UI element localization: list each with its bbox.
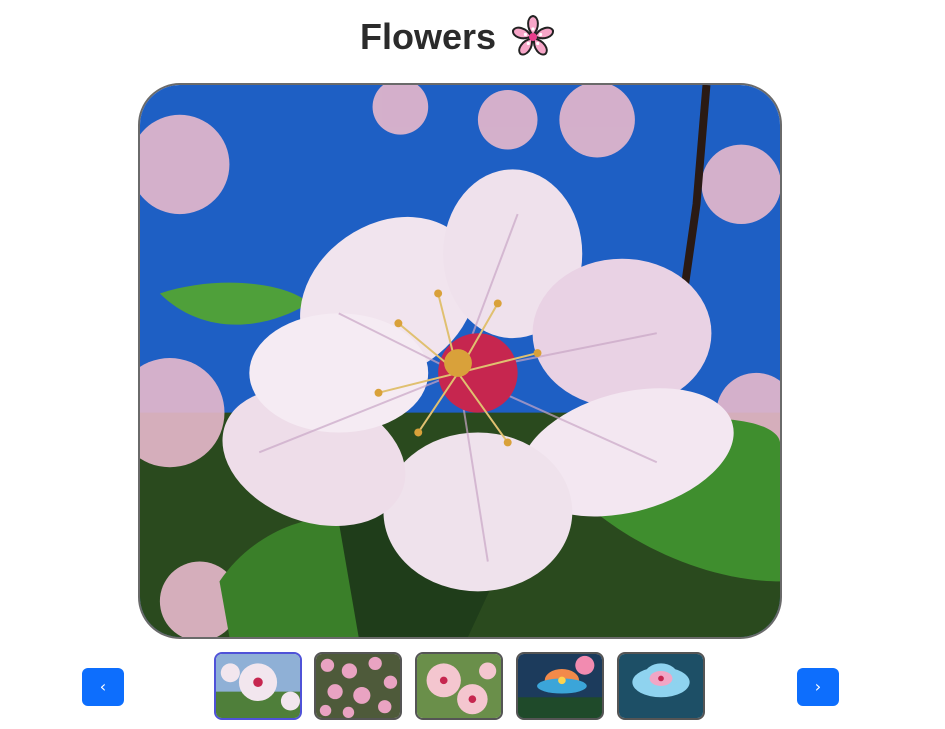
page-title: Flowers xyxy=(0,14,916,60)
previous-button[interactable]: ‹ xyxy=(82,668,124,706)
thumb-lotus-sunset[interactable] xyxy=(516,652,604,720)
page-title-text: Flowers xyxy=(359,16,497,57)
thumb-pink-cluster-image xyxy=(316,654,400,718)
thumb-pink-flowers[interactable] xyxy=(415,652,503,720)
thumb-lotus-sunset-image xyxy=(518,654,602,718)
next-button[interactable]: › xyxy=(797,668,839,706)
thumb-pink-cluster[interactable] xyxy=(314,652,402,720)
cherry-blossom-photo xyxy=(140,85,780,637)
thumb-blue-flower-image xyxy=(619,654,703,718)
thumb-white-blossom[interactable] xyxy=(214,652,302,720)
thumb-pink-flowers-image xyxy=(417,654,501,718)
cherry-blossom-icon xyxy=(512,14,554,56)
main-image xyxy=(138,83,782,639)
thumb-blue-flower[interactable] xyxy=(617,652,705,720)
thumb-white-blossom-image xyxy=(216,654,300,718)
